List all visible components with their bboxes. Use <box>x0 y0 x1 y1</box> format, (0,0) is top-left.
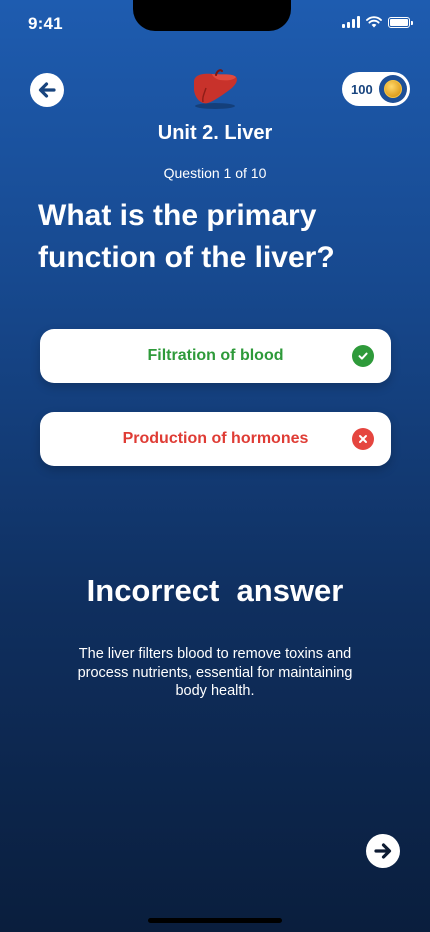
signal-icon <box>342 16 360 28</box>
back-button[interactable] <box>30 73 64 107</box>
question-progress: Question 1 of 10 <box>163 165 267 181</box>
close-icon <box>352 428 374 450</box>
device-notch <box>133 0 291 31</box>
liver-icon <box>194 69 237 109</box>
answer-label: Production of hormones <box>122 430 309 447</box>
arrow-left-icon <box>38 82 56 98</box>
coin-count: 100 <box>351 81 373 97</box>
answer-option-incorrect[interactable]: Production of hormones <box>40 412 391 466</box>
explanation-text: The liver filters blood to remove toxins… <box>77 646 353 699</box>
answer-label: Filtration of blood <box>147 347 284 364</box>
coin-icon <box>379 75 407 103</box>
question-text: What is the primary function of the live… <box>38 199 335 274</box>
answer-option-correct[interactable]: Filtration of blood <box>40 329 391 383</box>
next-button[interactable] <box>366 834 400 868</box>
unit-title: Unit 2. Liver <box>157 122 273 144</box>
home-indicator[interactable] <box>148 918 282 923</box>
wifi-icon <box>366 16 382 28</box>
status-time: 9:41 <box>28 14 63 33</box>
arrow-right-icon <box>374 843 392 859</box>
result-title: Incorrect answer <box>86 573 344 608</box>
check-icon <box>352 345 374 367</box>
coin-balance[interactable]: 100 <box>342 72 410 106</box>
battery-icon <box>388 16 413 28</box>
status-icons <box>342 16 413 28</box>
